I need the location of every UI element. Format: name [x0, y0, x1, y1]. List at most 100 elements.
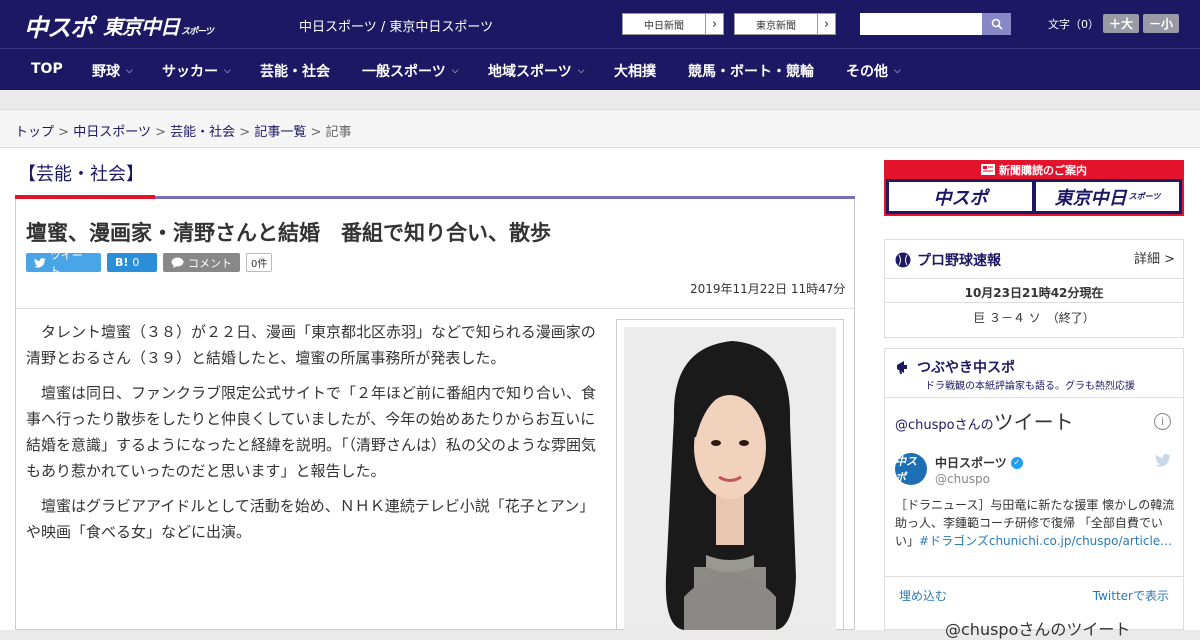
breadcrumb-bar: トップ > 中日スポーツ > 芸能・社会 > 記事一覧 > 記事 [0, 110, 1200, 148]
baseball-scores-widget: プロ野球速報 詳細 > 10月23日21時42分現在 巨 ３－４ ソ （終了） [884, 239, 1184, 338]
chevron-down-icon: ⌵ [577, 66, 585, 76]
twitter-timeline: @chuspoさんのツイート i 中スポ 中日スポーツ ✓ @chuspo ［ド… [885, 397, 1183, 640]
article-body: タレント壇蜜（３８）が２２日、漫画「東京都北区赤羽」などで知られる漫画家の清野と… [26, 319, 604, 553]
chevron-down-icon: ⌵ [451, 66, 459, 76]
breadcrumb-chuspo[interactable]: 中日スポーツ [73, 125, 151, 140]
twitter-widget-subtitle: ドラ戦観の本紙評論家も語る。グラも熱烈応援 [925, 381, 1135, 392]
chunichi-shimbun-label: 中日新聞 [644, 20, 684, 32]
twitter-widget-title: つぶやき中スポ [895, 357, 1015, 377]
tokyo-shimbun-label: 東京新聞 [756, 20, 796, 32]
nav-item-label: 芸能・社会 [260, 64, 330, 80]
breadcrumb-separator: > [155, 125, 166, 140]
breadcrumb-article-list[interactable]: 記事一覧 [254, 125, 306, 140]
nav-item-label: その他 [846, 64, 888, 80]
chunichi-shimbun-button[interactable]: 中日新聞 › [622, 13, 724, 35]
tweet-button[interactable]: ツイート [26, 249, 101, 278]
nav-item-top[interactable]: TOP [31, 61, 63, 77]
chuspo-logo[interactable]: 中スポ [24, 8, 94, 43]
tokyo-logo-text: 東京中日 [103, 15, 180, 39]
nav-item-entertainment[interactable]: 芸能・社会 [260, 61, 330, 81]
comment-count: 0件 [246, 253, 273, 272]
article-paragraph: 壇蜜は同日、ファンクラブ限定公式サイトで「２年ほど前に番組内で知り合い、食事へ行… [26, 383, 597, 481]
subscription-ad-header: 新聞購読のご案内 [884, 160, 1184, 179]
font-smaller-button[interactable]: －小 [1143, 14, 1180, 33]
nav-item-label: 地域スポーツ [488, 64, 572, 80]
search-icon [991, 18, 1003, 30]
tweet-author-handle[interactable]: @chuspo [935, 472, 990, 486]
baseball-detail-link[interactable]: 詳細 > [1134, 248, 1175, 267]
main-nav: TOP 野球 ⌵ サッカー ⌵ 芸能・社会 一般スポーツ ⌵ 地域スポーツ ⌵ 大相撲 … [0, 48, 1200, 90]
tokyo-shimbun-button[interactable]: 東京新聞 › [734, 13, 836, 35]
info-icon[interactable]: i [1154, 413, 1171, 430]
megaphone-icon [897, 361, 907, 374]
baseball-icon [895, 252, 911, 268]
nav-item-label: 競馬・ボート・競輪 [688, 64, 814, 80]
article-divider [16, 308, 854, 309]
newspaper-icon [981, 164, 995, 175]
baseball-score[interactable]: 巨 ３－４ ソ （終了） [885, 309, 1183, 326]
nav-item-racing[interactable]: 競馬・ボート・競輪 [688, 61, 814, 81]
article-paragraph: 壇蜜はグラビアアイドルとして活動を始め、ＮＨＫ連続テレビ小説「花子とアン」や映画… [26, 496, 595, 541]
twitter-timeline-header: @chuspoさんのツイート [895, 406, 1074, 435]
category-title: 【芸能・社会】 [18, 164, 144, 185]
site-links[interactable]: 中日スポーツ / 東京中日スポーツ [299, 16, 493, 35]
tweet-author[interactable]: 中日スポーツ ✓ [935, 454, 1023, 471]
hatena-bookmark-button[interactable]: B! 0 [107, 253, 157, 272]
ad-logo-chuspo[interactable]: 中スポ [889, 182, 1032, 211]
article-headline: 壇蜜、漫画家・清野さんと結婚 番組で知り合い、散歩 [26, 221, 551, 245]
breadcrumb-top[interactable]: トップ [15, 125, 54, 140]
nav-item-sumo[interactable]: 大相撲 [614, 61, 656, 81]
ad-logo-tokyo-chunichi[interactable]: 東京中日 スポーツ [1036, 182, 1179, 211]
twitter-bird-icon[interactable] [1155, 453, 1171, 471]
search-input[interactable] [860, 13, 982, 35]
article-photo[interactable] [624, 327, 836, 630]
tweet-author-name: 中日スポーツ [935, 456, 1007, 470]
nav-item-label: サッカー [162, 64, 218, 80]
nav-item-label: 一般スポーツ [362, 64, 446, 80]
chevron-right-icon: › [705, 14, 723, 34]
avatar[interactable]: 中スポ [895, 453, 927, 485]
chevron-down-icon: ⌵ [894, 66, 901, 76]
nav-item-label: 野球 [92, 64, 120, 80]
portrait-image [624, 327, 836, 630]
breadcrumb-separator: > [239, 125, 251, 140]
baseball-widget-title: プロ野球速報 [895, 250, 1001, 270]
nav-item-baseball[interactable]: 野球 ⌵ [92, 61, 133, 81]
nav-item-other[interactable]: その他 ⌵ [846, 61, 901, 81]
tokyo-chunichi-logo[interactable]: 東京中日 スポーツ [103, 11, 214, 40]
chevron-right-icon: › [817, 14, 835, 34]
breadcrumb-current: 記事 [325, 125, 352, 140]
sub-bar [0, 90, 1200, 110]
embed-link[interactable]: 埋め込む [899, 587, 947, 604]
baseball-widget-title-text: プロ野球速報 [917, 253, 1001, 269]
chevron-down-icon: ⌵ [224, 66, 231, 76]
hatena-label: B! [115, 256, 129, 269]
nav-item-general-sports[interactable]: 一般スポーツ ⌵ [362, 61, 459, 81]
breadcrumb: トップ > 中日スポーツ > 芸能・社会 > 記事一覧 > 記事 [15, 121, 352, 140]
tweet-text: ［ドラニュース］与田竜に新たな援軍 懐かしの韓流助っ人、李鍾範コーチ研修で復帰 … [895, 496, 1175, 550]
comment-label: コメント [188, 256, 232, 270]
site-logo[interactable]: 中スポ 東京中日 スポーツ [24, 8, 214, 43]
breadcrumb-separator: > [58, 125, 70, 140]
font-larger-button[interactable]: ＋大 [1103, 14, 1140, 33]
nav-item-soccer[interactable]: サッカー ⌵ [162, 61, 231, 81]
nav-item-label: 大相撲 [614, 64, 656, 80]
hatena-count: 0 [132, 256, 140, 269]
site-header: 中スポ 東京中日 スポーツ 中日スポーツ / 東京中日スポーツ 中日新聞 › 東京… [0, 0, 1200, 48]
subscription-ad[interactable]: 新聞購読のご案内 中スポ 東京中日 スポーツ [884, 160, 1184, 216]
search-button[interactable] [982, 13, 1011, 35]
tweet-hashtag[interactable]: #ドラゴンズ [919, 534, 989, 548]
speech-bubble-icon [171, 257, 184, 268]
comment-button[interactable]: コメント [163, 253, 240, 272]
twitter-handle-prefix: @chuspoさんの [895, 418, 994, 433]
breadcrumb-entertainment[interactable]: 芸能・社会 [170, 125, 235, 140]
share-buttons: ツイート B! 0 コメント 0件 [26, 249, 273, 278]
view-on-twitter-link[interactable]: Twitterで表示 [1093, 587, 1169, 604]
article-date: 2019年11月22日 11時47分 [690, 282, 846, 296]
ad-logo-tokyo-sub: スポーツ [1128, 192, 1161, 201]
nav-item-local-sports[interactable]: 地域スポーツ ⌵ [488, 61, 585, 81]
tweet-link[interactable]: chunichi.co.jp/chuspo/article… [989, 534, 1172, 548]
breadcrumb-separator: > [310, 125, 322, 140]
twitter-bird-icon [34, 257, 46, 268]
twitter-timeline-next[interactable]: @chuspoさんのツイート [945, 616, 1130, 640]
